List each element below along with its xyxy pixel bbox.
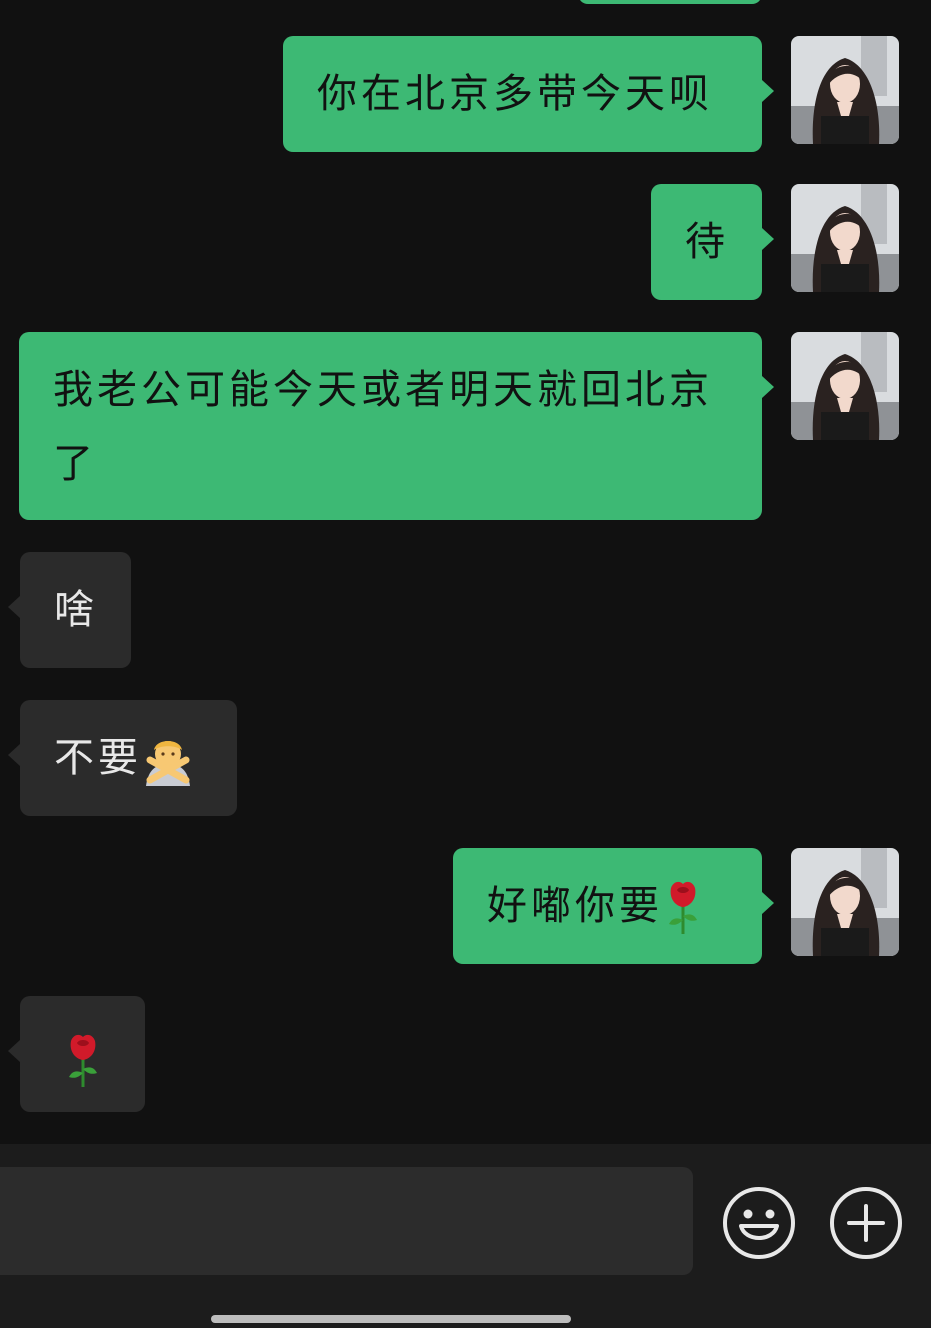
message-bubble[interactable]: 待 (651, 184, 762, 300)
input-bar (0, 1144, 931, 1328)
plus-circle-icon (830, 1187, 902, 1259)
avatar[interactable] (791, 36, 899, 144)
bubble-tail (762, 228, 774, 250)
bubble-tail (762, 892, 774, 914)
message-text: 我老公可能今天或者明天就回北京了 (53, 367, 713, 487)
message-bubble[interactable]: 好嘟你要 (453, 848, 762, 964)
message-list[interactable]: 你在北京多带今天呗 待 我老公可能今天或者明天就回北京了 啥 不要 好嘟你要 (0, 0, 931, 1144)
message-bubble[interactable]: 我老公可能今天或者明天就回北京了 (19, 332, 762, 520)
chat-screen: 你在北京多带今天呗 待 我老公可能今天或者明天就回北京了 啥 不要 好嘟你要 (0, 0, 931, 1328)
message-text: 你在北京多带今天呗 (317, 71, 713, 117)
message-bubble[interactable] (20, 996, 145, 1112)
message-bubble[interactable]: 啥 (20, 552, 131, 668)
bubble-tail (762, 80, 774, 102)
previous-message-bubble-edge (578, 0, 762, 4)
person-gesturing-no-icon (142, 735, 194, 786)
message-bubble[interactable]: 你在北京多带今天呗 (283, 36, 762, 152)
message-text: 不要 (54, 735, 142, 781)
avatar[interactable] (791, 184, 899, 292)
avatar[interactable] (791, 332, 899, 440)
emoji-button[interactable] (722, 1186, 796, 1260)
avatar-image (791, 36, 899, 144)
avatar[interactable] (791, 848, 899, 956)
message-text: 好嘟你要 (487, 883, 663, 929)
message-input[interactable] (0, 1167, 693, 1275)
bubble-tail (8, 1040, 20, 1062)
message-bubble[interactable]: 不要 (20, 700, 237, 816)
avatar-image (791, 332, 899, 440)
bubble-tail (8, 744, 20, 766)
rose-icon (663, 881, 703, 934)
message-text: 啥 (54, 587, 98, 633)
avatar-image (791, 848, 899, 956)
bubble-tail (8, 596, 20, 618)
rose-icon (63, 1034, 103, 1087)
smiley-face-icon (723, 1187, 795, 1259)
message-text: 待 (685, 219, 729, 265)
avatar-image (791, 184, 899, 292)
plus-button[interactable] (829, 1186, 903, 1260)
bubble-tail (762, 376, 774, 398)
home-indicator[interactable] (211, 1315, 571, 1323)
